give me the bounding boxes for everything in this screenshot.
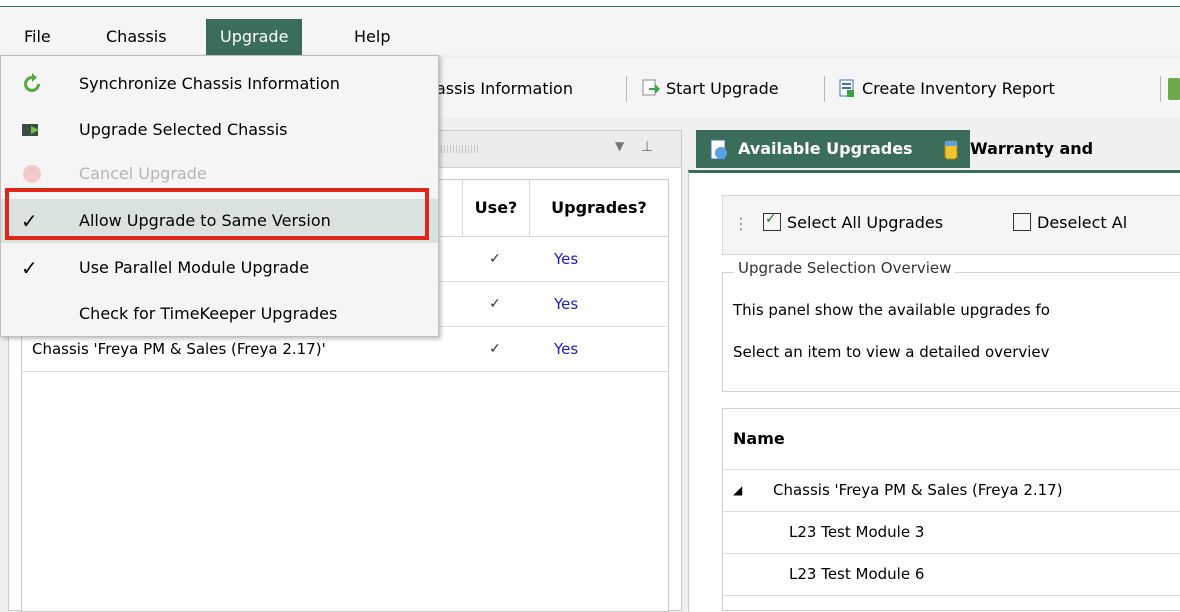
use-checkbox[interactable]: ✓ [488,297,502,311]
deselect-all-checkbox-icon [1013,213,1031,231]
menu-item-label: Synchronize Chassis Information [79,74,340,93]
menu-item-label: Use Parallel Module Upgrade [79,258,310,277]
sync-chassis-toolbar-label: assis Information [436,79,573,98]
checkmark-icon: ✓ [21,256,38,280]
start-upgrade-icon [642,79,660,96]
tab-warranty[interactable]: Warranty and [928,130,1180,168]
sync-chassis-toolbar-button[interactable]: assis Information [436,74,573,104]
menu-chassis[interactable]: Chassis [92,19,181,55]
upgrades-value: Yes [554,295,579,313]
toolbar-separator [1160,76,1161,102]
deselect-all-label: Deselect Al [1037,213,1128,232]
tab-warranty-label: Warranty and [970,139,1094,158]
menubar: File Chassis Upgrade Help [0,7,1180,55]
tree-row-chassis[interactable]: ◢ Chassis 'Freya PM & Sales (Freya 2.17) [723,470,1180,512]
upgrades-value: Yes [554,250,579,268]
warranty-icon [944,140,958,160]
overview-text-line1: This panel show the available upgrades f… [733,301,1050,319]
upgrades-value: Yes [554,340,579,358]
collapse-triangle-icon[interactable]: ◢ [733,470,742,511]
use-checkbox[interactable]: ✓ [488,252,502,266]
tab-available-upgrades-label: Available Upgrades [738,139,913,158]
toolbar-separator [626,76,627,102]
selection-toolbar: ⋮ Select All Upgrades Deselect Al [722,195,1180,255]
tree-row-module[interactable]: L23 Test Module 3 [723,512,1180,554]
menu-item-parallel-module-upgrade[interactable]: ✓ Use Parallel Module Upgrade [1,246,438,290]
create-inventory-report-button[interactable]: Create Inventory Report [838,74,1055,104]
menu-file[interactable]: File [10,19,65,55]
deselect-all-upgrades-button[interactable]: Deselect Al [1013,213,1127,232]
menu-item-upgrade-selected-chassis[interactable]: Upgrade Selected Chassis [1,108,438,152]
tree-row-label: Chassis 'Freya PM & Sales (Freya 2.17) [773,481,1063,499]
tree-row-module[interactable]: L23 Test Module 6 [723,554,1180,596]
menu-item-check-timekeeper[interactable]: Check for TimeKeeper Upgrades [1,292,438,336]
available-upgrades-icon [710,139,727,160]
group-title: Upgrade Selection Overview [734,259,956,277]
toolbar-separator [824,76,825,102]
cancel-icon [23,165,41,183]
right-tabstrip: Available Upgrades Warranty and [688,126,1180,170]
tree-header-name[interactable]: Name [723,409,1180,470]
toolbar-overflow-icon[interactable] [1168,78,1180,100]
toolbar-grip-icon: ⋮ [733,214,749,233]
grid-header-upgrades[interactable]: Upgrades? [530,180,668,237]
select-all-upgrades-button[interactable]: Select All Upgrades [763,211,944,232]
use-checkbox[interactable]: ✓ [488,342,502,356]
start-upgrade-label: Start Upgrade [666,79,779,98]
menu-item-label: Check for TimeKeeper Upgrades [79,304,338,323]
menu-upgrade[interactable]: Upgrade [206,19,303,55]
start-upgrade-button[interactable]: Start Upgrade [642,74,779,104]
menu-item-label: Upgrade Selected Chassis [79,120,288,139]
tree-row-label: L23 Test Module 3 [789,523,925,541]
upgrade-chassis-icon [22,124,39,136]
select-all-checkbox-icon [763,211,781,231]
tree-row-label: L23 Test Module 6 [789,565,925,583]
panel-dropdown-icon[interactable]: ▼ [615,139,624,153]
menu-item-synchronize-chassis[interactable]: Synchronize Chassis Information [1,62,438,106]
window-top-border [0,0,1180,7]
create-inventory-report-label: Create Inventory Report [862,79,1055,98]
menu-help[interactable]: Help [340,19,404,55]
upgrade-selection-overview-group: This panel show the available upgrades f… [722,272,1180,392]
overview-text-line2: Select an item to view a detailed overvi… [733,343,1050,361]
select-all-label: Select All Upgrades [787,213,944,232]
grid-header-use[interactable]: Use? [463,180,530,237]
pin-icon[interactable]: ⊥ [641,139,653,155]
highlight-annotation-box [5,188,429,240]
sync-icon [24,73,40,92]
report-icon [839,79,854,97]
